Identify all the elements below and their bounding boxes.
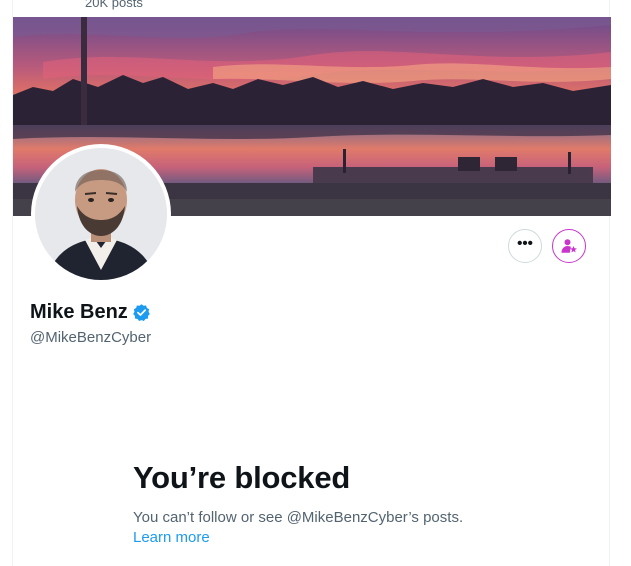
profile-avatar[interactable] <box>31 144 171 284</box>
profile-page: 20K posts ••• Mike Benz @MikeBenzCyber Y… <box>0 0 631 566</box>
blocked-message: You can’t follow or see @MikeBenzCyber’s… <box>133 509 464 526</box>
profile-column: 20K posts ••• Mike Benz @MikeBenzCyber Y… <box>12 0 611 566</box>
subscribe-button[interactable] <box>552 229 586 263</box>
more-options-button[interactable]: ••• <box>508 229 542 263</box>
blocked-notice: You’re blocked You can’t follow or see @… <box>133 460 553 548</box>
profile-handle: @MikeBenzCyber <box>30 329 152 346</box>
profile-name-row: Mike Benz <box>30 300 151 324</box>
verified-badge-icon[interactable] <box>132 303 151 322</box>
blocked-title: You’re blocked <box>133 460 351 495</box>
avatar-photo <box>35 148 167 280</box>
subscribe-person-star-icon <box>561 239 577 253</box>
more-horizontal-icon: ••• <box>517 234 533 252</box>
post-count: 20K posts <box>85 0 143 10</box>
display-name: Mike Benz <box>30 301 128 323</box>
learn-more-link[interactable]: Learn more <box>133 528 210 548</box>
